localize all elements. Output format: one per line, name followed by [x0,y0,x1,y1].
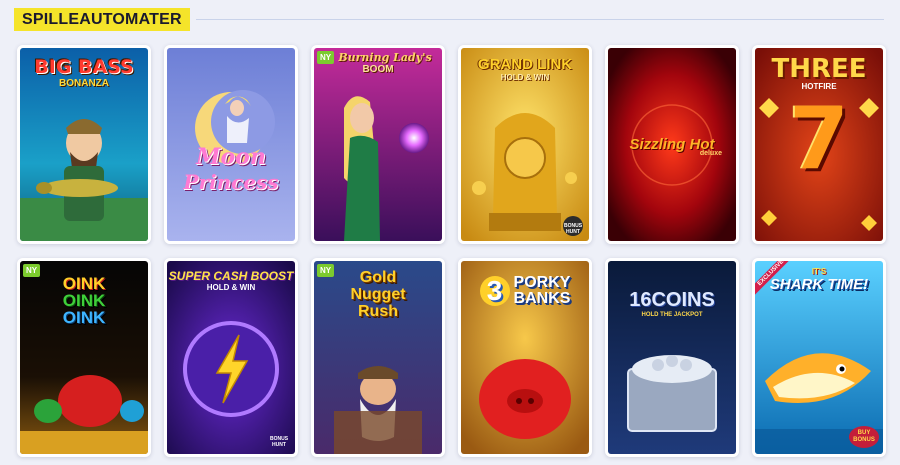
game-tile-its-shark-time[interactable]: EXCLUSIVE IT'S SHARK TIME! BUY BONUS [752,258,886,457]
game-logo: Gold Nugget Rush [314,269,442,320]
exclusive-badge: EXCLUSIVE [755,261,799,305]
game-logo: THREE HOTFIRE 7 [755,54,883,187]
porky-logo-row: 3 PORKY BANKS [461,275,589,307]
game-logo-line: SUPER CASH BOOST [168,269,294,283]
game-tile-burning-ladys-boom[interactable]: NY Burning Lady's BOOM [311,45,445,244]
game-logo-line: BIG BASS [34,56,134,78]
game-thumbnail [314,48,442,241]
section-title: SPILLEAUTOMATER [14,7,190,31]
game-tile-big-bass-bonanza[interactable]: BIG BASS BONANZA [17,45,151,244]
game-tile-super-cash-boost[interactable]: SUPER CASH BOOST HOLD & WIN BONUS HUNT [164,258,298,457]
new-badge: NY [23,264,41,277]
bonus-hunt-badge: BONUS HUNT [563,223,583,235]
game-tile-oink-oink-oink[interactable]: NY OINK OINK OINK [17,258,151,457]
game-logo-line: BANKS [513,290,571,307]
bonus-hunt-badge: BONUS HUNT [269,436,289,448]
game-logo-line: THREE [771,54,867,84]
game-logo-line: BONANZA [59,78,109,89]
exclusive-badge-label: EXCLUSIVE [755,261,796,298]
game-logo-line: BOOM [362,64,394,75]
game-logo-line: Nugget [350,286,406,303]
game-logo: 3 PORKY BANKS [461,275,589,307]
game-logo-line: HOLD THE JACKPOT [641,312,703,318]
new-badge: NY [317,264,335,277]
game-tile-sizzling-hot-deluxe[interactable]: Sizzling Hot deluxe [605,45,739,244]
section-header: SPILLEAUTOMATER [14,7,884,31]
game-logo-line: GRAND LINK [477,56,573,73]
game-logo-line: OINK [62,308,106,327]
game-logo-line: OINK [62,291,106,310]
game-logo: Sizzling Hot deluxe [608,136,736,157]
game-logo: Moon Princess [167,144,295,194]
game-tile-3-porky-banks[interactable]: 3 PORKY BANKS [458,258,592,457]
game-tile-grand-link[interactable]: GRAND LINK HOLD & WIN BONUS HUNT [458,45,592,244]
game-tile-moon-princess[interactable]: Moon Princess [164,45,298,244]
new-badge: NY [317,51,335,64]
game-logo-line: Rush [358,303,398,320]
game-logo-line: Princess [183,170,279,194]
game-tile-16-coins[interactable]: 16COINS HOLD THE JACKPOT [605,258,739,457]
porky-logo-text: PORKY BANKS [514,275,571,307]
game-logo: SUPER CASH BOOST HOLD & WIN [167,269,295,292]
game-logo-line: 3 [479,276,510,306]
game-logo: BIG BASS BONANZA [20,56,148,89]
game-logo-line: Moon [196,144,266,170]
game-logo-line: PORKY [513,274,571,291]
game-logo-line: HOLD & WIN [206,283,256,292]
game-logo-line: HOLD & WIN [500,73,550,82]
game-logo: GRAND LINK HOLD & WIN [461,56,589,82]
game-logo: 16COINS HOLD THE JACKPOT [608,289,736,318]
game-tile-gold-nugget-rush[interactable]: NY Gold Nugget Rush [311,258,445,457]
game-tile-three-hotfire[interactable]: THREE HOTFIRE 7 [752,45,886,244]
game-logo-line: 7 [789,89,849,189]
section-divider [195,18,884,20]
game-logo: OINK OINK OINK [20,275,148,326]
game-logo-line: OINK [62,274,106,293]
game-logo-line: 16COINS [629,289,715,311]
buy-bonus-badge: BUY BONUS [849,426,879,448]
